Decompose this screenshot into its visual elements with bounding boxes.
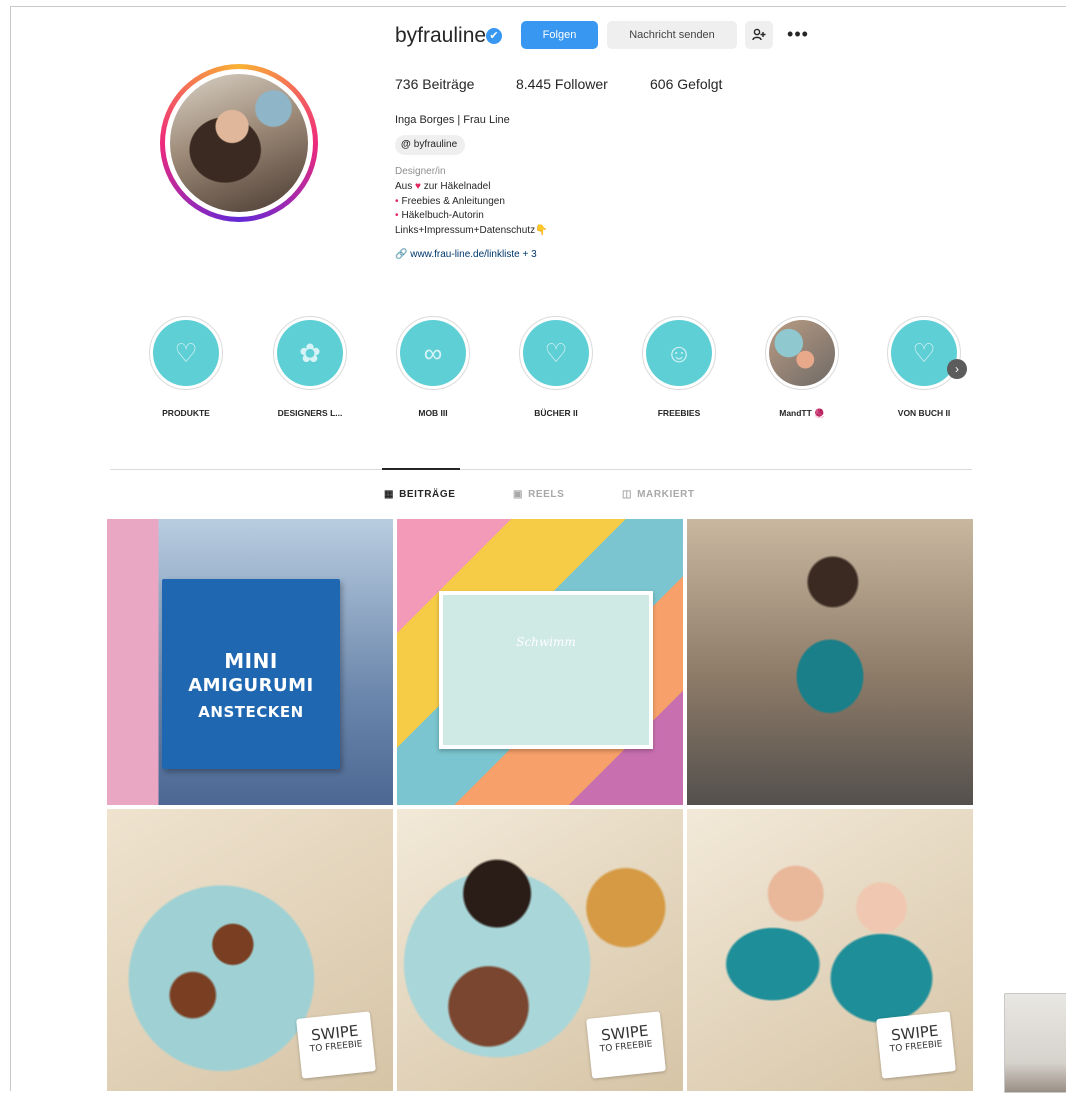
suggest-accounts-button[interactable]	[745, 21, 773, 49]
highlight-label: PRODUKTE	[162, 408, 210, 418]
highlight-label: BÜCHER II	[534, 408, 578, 418]
highlight-label: VON BUCH II	[897, 408, 951, 418]
book-cover: MINI AMIGURUMI ANSTECKEN	[162, 579, 340, 769]
pin-icon: •	[395, 210, 399, 221]
highlight-ring: ☺	[642, 316, 716, 390]
posts-count: 736 Beiträge	[395, 76, 475, 92]
tagged-icon: ◫	[622, 489, 633, 500]
highlight-label: DESIGNERS L...	[277, 408, 343, 418]
bio-line-1: Aus ♥ zur Häkelnadel	[395, 181, 491, 192]
frame-left-edge	[10, 6, 11, 1091]
highlight-cover-icon: ☺	[646, 320, 712, 386]
heart-icon: ♥	[415, 181, 421, 192]
highlight-ring: ♡	[519, 316, 593, 390]
highlight-ring: ∞	[396, 316, 470, 390]
frame-top-edge	[10, 6, 1066, 7]
more-options-icon[interactable]: •••	[783, 21, 813, 49]
highlight-ring: ✿	[273, 316, 347, 390]
tab-markiert[interactable]: ◫ MARKIERT	[622, 489, 695, 500]
book-title-line: ANSTECKEN	[198, 703, 304, 721]
highlight-freebies[interactable]: ☺ FREEBIES	[624, 316, 734, 418]
pin-icon: •	[395, 195, 399, 207]
followers-count[interactable]: 8.445 Follower	[516, 76, 608, 92]
profile-bio: Aus ♥ zur Häkelnadel • Freebies & Anleitu…	[395, 180, 548, 238]
post-card: Schwimm	[439, 591, 653, 749]
highlight-buecher[interactable]: ♡ BÜCHER II	[501, 316, 611, 418]
profile-username: byfrauline	[395, 24, 487, 47]
threads-badge[interactable]: @ byfrauline	[395, 135, 466, 155]
highlight-label: MOB III	[418, 408, 448, 418]
bio-line-3: • Häkelbuch-Autorin	[395, 210, 484, 221]
active-tab-indicator	[382, 468, 460, 470]
book-title-line: AMIGURUMI	[188, 675, 314, 696]
highlight-cover-icon: ♡	[523, 320, 589, 386]
swipe-tag: SWIPE TO FREEBIE	[876, 1011, 956, 1079]
highlight-cover-photo	[769, 320, 835, 386]
following-count[interactable]: 606 Gefolgt	[650, 76, 722, 92]
bio-line-2: • Freebies & Anleitungen	[395, 195, 505, 207]
profile-category: Designer/in	[395, 166, 446, 177]
profile-link[interactable]: 🔗 www.frau-line.de/linkliste + 3	[395, 249, 537, 260]
highlight-mandtt[interactable]: MandTT 🧶	[747, 316, 857, 419]
post-tile[interactable]: SWIPE TO FREEBIE	[687, 809, 973, 1091]
post-tile[interactable]: MINI AMIGURUMI ANSTECKEN	[107, 519, 393, 805]
highlight-label: FREEBIES	[657, 408, 701, 418]
tabs-divider	[110, 469, 972, 470]
profile-full-name: Inga Borges | Frau Line	[395, 114, 510, 126]
verified-badge-icon: ✔	[486, 28, 502, 44]
highlight-cover-icon: ✿	[277, 320, 343, 386]
bio-line-4: Links+Impressum+Datenschutz👇	[395, 224, 548, 236]
highlight-cover-icon: ∞	[400, 320, 466, 386]
highlight-mob[interactable]: ∞ MOB III	[378, 316, 488, 418]
avatar-border	[165, 69, 313, 217]
post-tile[interactable]: SWIPE TO FREEBIE	[107, 809, 393, 1091]
grid-icon: ▦	[384, 489, 395, 500]
highlight-label: MandTT 🧶	[779, 408, 825, 418]
overlay-thumbnail[interactable]	[1004, 993, 1066, 1093]
chevron-right-icon[interactable]: ›	[947, 359, 967, 379]
reels-icon: ▣	[513, 489, 524, 500]
avatar-photo	[170, 74, 308, 212]
highlight-produkte[interactable]: ♡ PRODUKTE	[131, 316, 241, 418]
post-tile[interactable]: Schwimm	[397, 519, 683, 805]
book-title-line: MINI	[224, 649, 278, 673]
highlight-ring: ♡	[149, 316, 223, 390]
threads-icon: @	[401, 139, 411, 150]
highlight-ring: ♡	[887, 316, 961, 390]
highlight-cover-icon: ♡	[153, 320, 219, 386]
post-tile[interactable]: SWIPE TO FREEBIE	[397, 809, 683, 1091]
swipe-tag: SWIPE TO FREEBIE	[296, 1011, 376, 1079]
send-message-button[interactable]: Nachricht senden	[607, 21, 737, 49]
follow-button[interactable]: Folgen	[521, 21, 598, 49]
post-tile[interactable]	[687, 519, 973, 805]
link-icon: 🔗	[395, 249, 411, 260]
tab-beitraege[interactable]: ▦ BEITRÄGE	[384, 489, 456, 500]
highlight-ring	[765, 316, 839, 390]
swipe-tag: SWIPE TO FREEBIE	[586, 1011, 666, 1079]
threads-handle: byfrauline	[413, 139, 458, 150]
add-user-icon	[752, 28, 766, 41]
profile-avatar[interactable]	[160, 64, 318, 222]
tab-reels[interactable]: ▣ REELS	[513, 489, 564, 500]
highlight-cover-icon: ♡	[891, 320, 957, 386]
highlight-designers[interactable]: ✿ DESIGNERS L...	[255, 316, 365, 418]
post-card-text: Schwimm	[516, 635, 576, 649]
